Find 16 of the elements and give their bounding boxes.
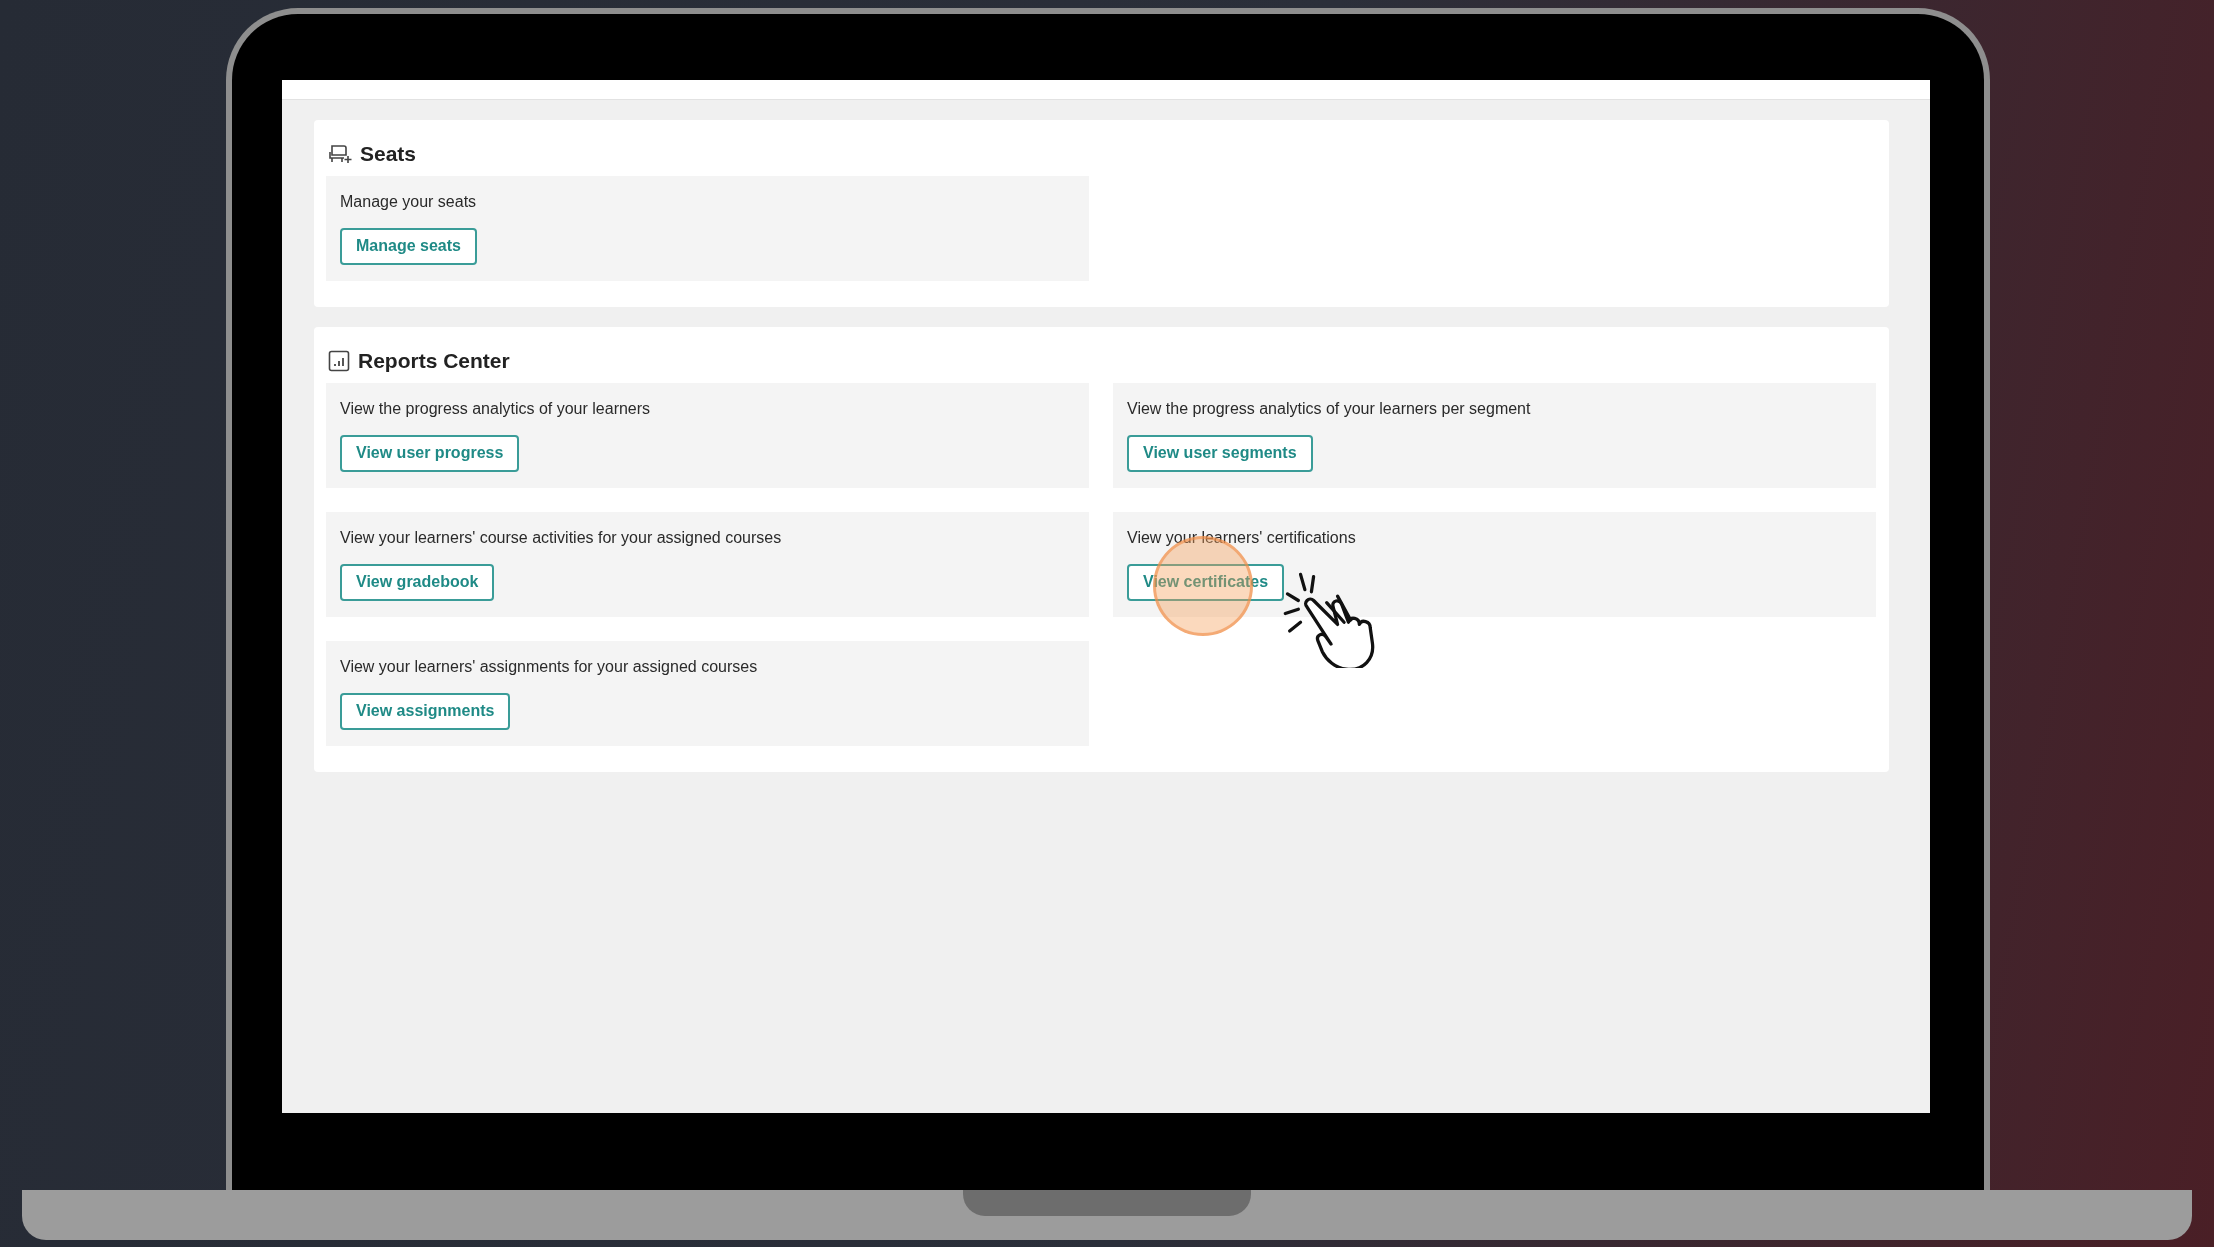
chart-icon	[328, 350, 350, 372]
seat-icon	[328, 143, 352, 165]
tile-description: View the progress analytics of your learners per segment	[1127, 399, 1532, 419]
tile-description: View your learners' certifications	[1127, 528, 1357, 548]
tile-description: View your learners' assignments for your assigned courses	[340, 657, 759, 677]
action-button[interactable]: View assignments	[340, 693, 511, 730]
tile-description: Manage your seats	[340, 192, 478, 212]
section-title: Reports Center	[358, 348, 510, 375]
tile-description: View the progress analytics of your learners	[340, 399, 652, 419]
action-button[interactable]: View certificates	[1127, 564, 1285, 601]
action-button[interactable]: View user segments	[1127, 435, 1313, 472]
action-button[interactable]: Manage seats	[340, 228, 477, 265]
section-title: Seats	[360, 141, 417, 168]
action-button[interactable]: View gradebook	[340, 564, 495, 601]
action-button[interactable]: View user progress	[340, 435, 520, 472]
tile-description: View your learners' course activities for your assigned courses	[340, 528, 783, 548]
